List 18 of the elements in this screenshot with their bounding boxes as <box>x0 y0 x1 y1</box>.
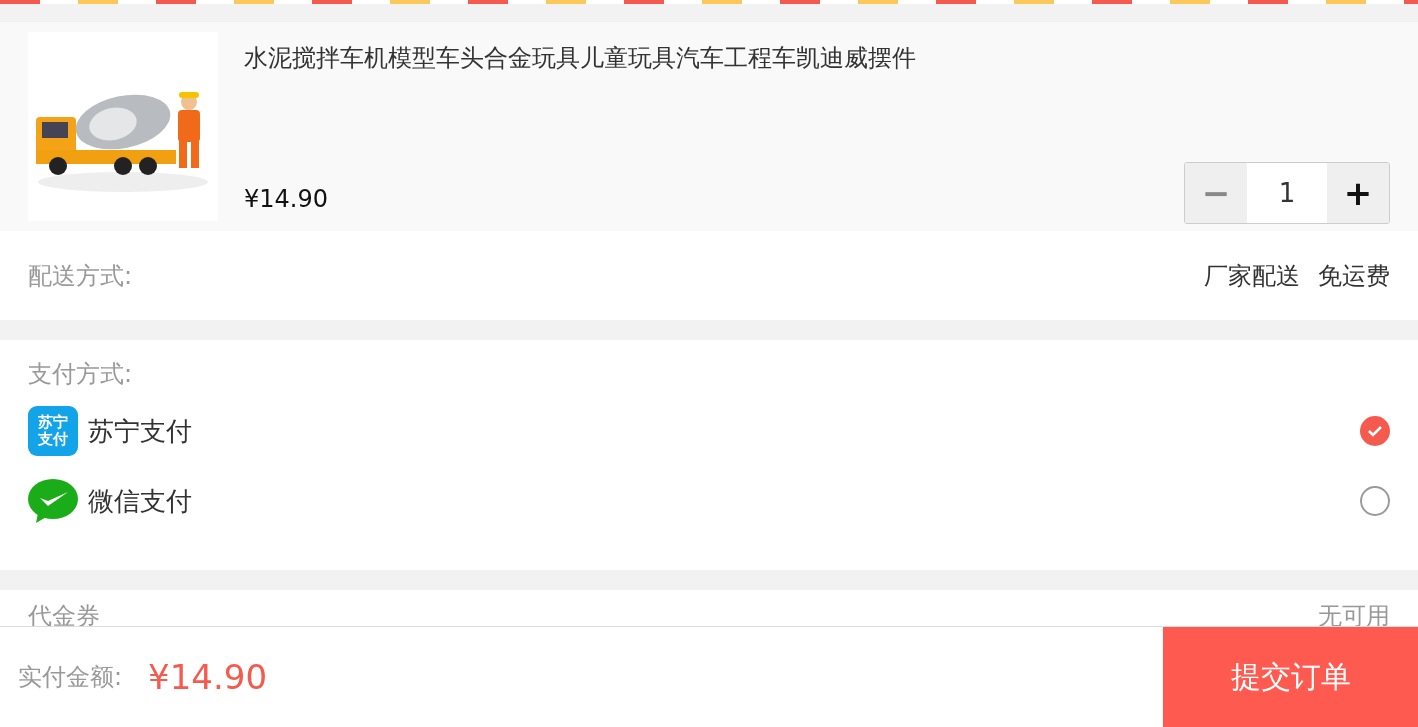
product-price: ¥14.90 <box>244 185 328 213</box>
radio-button[interactable] <box>1360 486 1390 516</box>
payment-option[interactable]: 微信支付 <box>88 483 1350 519</box>
wechat-pay-icon <box>28 479 78 523</box>
coupon-label: 代金券 <box>28 602 100 627</box>
product-title: 水泥搅拌车机模型车头合金玩具儿童玩具汽车工程车凯迪威摆件 <box>244 43 917 74</box>
suning-pay-logo: 苏宁 支付 <box>28 406 78 456</box>
quantity-field[interactable]: 1 <box>1247 163 1327 223</box>
total-label: 实付金额: <box>18 662 123 693</box>
delivery-method: 厂家配送 <box>1204 260 1300 292</box>
radio-button[interactable] <box>1360 416 1390 446</box>
delivery-label: 配送方式: <box>28 260 133 292</box>
total-amount: ¥14.90 <box>148 657 269 697</box>
shipping-fee: 免运费 <box>1318 260 1390 292</box>
check-icon <box>1367 425 1383 437</box>
payment-label: 支付方式: <box>28 359 134 390</box>
increase-button[interactable]: + <box>1327 163 1389 223</box>
payment-option[interactable]: 苏宁支付 <box>88 413 1350 449</box>
